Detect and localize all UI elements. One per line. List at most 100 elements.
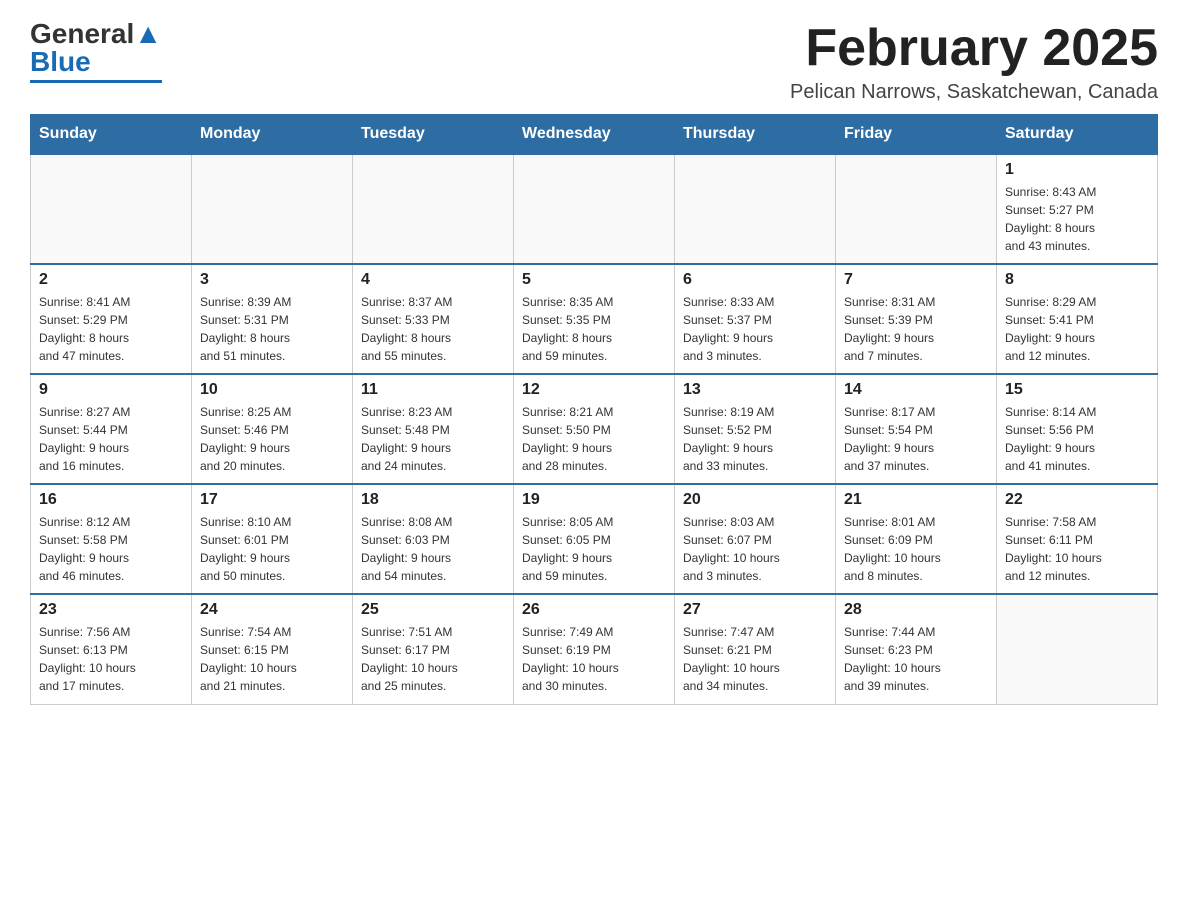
day-number: 9 xyxy=(39,381,183,399)
day-info: Sunrise: 7:58 AMSunset: 6:11 PMDaylight:… xyxy=(1005,513,1149,585)
calendar-cell: 11 Sunrise: 8:23 AMSunset: 5:48 PMDayligh… xyxy=(353,374,514,484)
day-number: 22 xyxy=(1005,491,1149,509)
day-info: Sunrise: 8:35 AMSunset: 5:35 PMDaylight:… xyxy=(522,293,666,365)
day-info: Sunrise: 7:44 AMSunset: 6:23 PMDaylight:… xyxy=(844,623,988,695)
weekday-header-saturday: Saturday xyxy=(997,115,1158,155)
day-number: 12 xyxy=(522,381,666,399)
day-info: Sunrise: 8:43 AMSunset: 5:27 PMDaylight:… xyxy=(1005,183,1149,255)
calendar-cell: 22 Sunrise: 7:58 AMSunset: 6:11 PMDayligh… xyxy=(997,484,1158,594)
day-number: 15 xyxy=(1005,381,1149,399)
weekday-header-wednesday: Wednesday xyxy=(514,115,675,155)
day-number: 10 xyxy=(200,381,344,399)
day-info: Sunrise: 7:49 AMSunset: 6:19 PMDaylight:… xyxy=(522,623,666,695)
day-info: Sunrise: 8:12 AMSunset: 5:58 PMDaylight:… xyxy=(39,513,183,585)
day-number: 20 xyxy=(683,491,827,509)
day-info: Sunrise: 8:19 AMSunset: 5:52 PMDaylight:… xyxy=(683,403,827,475)
day-info: Sunrise: 8:21 AMSunset: 5:50 PMDaylight:… xyxy=(522,403,666,475)
calendar-cell: 4Sunrise: 8:37 AMSunset: 5:33 PMDaylight… xyxy=(353,264,514,374)
weekday-header-row: SundayMondayTuesdayWednesdayThursdayFrid… xyxy=(31,115,1158,155)
day-number: 1 xyxy=(1005,161,1149,179)
calendar-cell: 1 Sunrise: 8:43 AMSunset: 5:27 PMDaylight… xyxy=(997,154,1158,264)
day-number: 23 xyxy=(39,601,183,619)
day-number: 13 xyxy=(683,381,827,399)
weekday-header-friday: Friday xyxy=(836,115,997,155)
logo-blue-text: Blue xyxy=(30,46,91,77)
weekday-header-sunday: Sunday xyxy=(31,115,192,155)
day-number: 7 xyxy=(844,271,988,289)
day-number: 21 xyxy=(844,491,988,509)
day-number: 27 xyxy=(683,601,827,619)
calendar-cell: 15 Sunrise: 8:14 AMSunset: 5:56 PMDayligh… xyxy=(997,374,1158,484)
calendar-cell: 25 Sunrise: 7:51 AMSunset: 6:17 PMDayligh… xyxy=(353,594,514,704)
calendar-cell xyxy=(675,154,836,264)
title-section: February 2025 Pelican Narrows, Saskatche… xyxy=(790,20,1158,104)
day-number: 4 xyxy=(361,271,505,289)
calendar-cell: 21 Sunrise: 8:01 AMSunset: 6:09 PMDayligh… xyxy=(836,484,997,594)
day-number: 25 xyxy=(361,601,505,619)
logo-underline xyxy=(30,80,162,83)
week-row-1: 1 Sunrise: 8:43 AMSunset: 5:27 PMDaylight… xyxy=(31,154,1158,264)
calendar-cell: 13 Sunrise: 8:19 AMSunset: 5:52 PMDayligh… xyxy=(675,374,836,484)
day-info: Sunrise: 7:47 AMSunset: 6:21 PMDaylight:… xyxy=(683,623,827,695)
calendar-cell xyxy=(836,154,997,264)
calendar-cell: 19 Sunrise: 8:05 AMSunset: 6:05 PMDayligh… xyxy=(514,484,675,594)
day-info: Sunrise: 8:17 AMSunset: 5:54 PMDaylight:… xyxy=(844,403,988,475)
day-info: Sunrise: 8:31 AMSunset: 5:39 PMDaylight:… xyxy=(844,293,988,365)
calendar-cell xyxy=(31,154,192,264)
day-info: Sunrise: 8:10 AMSunset: 6:01 PMDaylight:… xyxy=(200,513,344,585)
day-info: Sunrise: 7:56 AMSunset: 6:13 PMDaylight:… xyxy=(39,623,183,695)
day-info: Sunrise: 8:25 AMSunset: 5:46 PMDaylight:… xyxy=(200,403,344,475)
day-info: Sunrise: 8:29 AMSunset: 5:41 PMDaylight:… xyxy=(1005,293,1149,365)
calendar-cell: 10 Sunrise: 8:25 AMSunset: 5:46 PMDayligh… xyxy=(192,374,353,484)
calendar-cell: 20Sunrise: 8:03 AMSunset: 6:07 PMDayligh… xyxy=(675,484,836,594)
weekday-header-thursday: Thursday xyxy=(675,115,836,155)
calendar-cell xyxy=(353,154,514,264)
calendar-cell: 27 Sunrise: 7:47 AMSunset: 6:21 PMDayligh… xyxy=(675,594,836,704)
day-info: Sunrise: 8:05 AMSunset: 6:05 PMDaylight:… xyxy=(522,513,666,585)
day-number: 16 xyxy=(39,491,183,509)
day-info: Sunrise: 8:41 AMSunset: 5:29 PMDaylight:… xyxy=(39,293,183,365)
day-number: 17 xyxy=(200,491,344,509)
calendar-cell: 7 Sunrise: 8:31 AMSunset: 5:39 PMDaylight… xyxy=(836,264,997,374)
calendar-cell: 9Sunrise: 8:27 AMSunset: 5:44 PMDaylight… xyxy=(31,374,192,484)
calendar-cell xyxy=(514,154,675,264)
calendar-cell: 2Sunrise: 8:41 AMSunset: 5:29 PMDaylight… xyxy=(31,264,192,374)
day-info: Sunrise: 8:39 AMSunset: 5:31 PMDaylight:… xyxy=(200,293,344,365)
calendar-cell xyxy=(192,154,353,264)
day-info: Sunrise: 8:01 AMSunset: 6:09 PMDaylight:… xyxy=(844,513,988,585)
day-number: 8 xyxy=(1005,271,1149,289)
month-title: February 2025 xyxy=(790,20,1158,77)
day-info: Sunrise: 7:54 AMSunset: 6:15 PMDaylight:… xyxy=(200,623,344,695)
logo-triangle-icon: ▲ xyxy=(134,18,162,49)
calendar-cell: 16 Sunrise: 8:12 AMSunset: 5:58 PMDayligh… xyxy=(31,484,192,594)
week-row-3: 9Sunrise: 8:27 AMSunset: 5:44 PMDaylight… xyxy=(31,374,1158,484)
week-row-4: 16 Sunrise: 8:12 AMSunset: 5:58 PMDayligh… xyxy=(31,484,1158,594)
day-number: 11 xyxy=(361,381,505,399)
week-row-2: 2Sunrise: 8:41 AMSunset: 5:29 PMDaylight… xyxy=(31,264,1158,374)
calendar-cell: 18Sunrise: 8:08 AMSunset: 6:03 PMDayligh… xyxy=(353,484,514,594)
calendar-cell: 26 Sunrise: 7:49 AMSunset: 6:19 PMDayligh… xyxy=(514,594,675,704)
day-info: Sunrise: 7:51 AMSunset: 6:17 PMDaylight:… xyxy=(361,623,505,695)
calendar-cell: 24 Sunrise: 7:54 AMSunset: 6:15 PMDayligh… xyxy=(192,594,353,704)
day-number: 28 xyxy=(844,601,988,619)
day-number: 14 xyxy=(844,381,988,399)
calendar-cell xyxy=(997,594,1158,704)
calendar-cell: 8 Sunrise: 8:29 AMSunset: 5:41 PMDaylight… xyxy=(997,264,1158,374)
calendar-cell: 28 Sunrise: 7:44 AMSunset: 6:23 PMDayligh… xyxy=(836,594,997,704)
weekday-header-tuesday: Tuesday xyxy=(353,115,514,155)
week-row-5: 23 Sunrise: 7:56 AMSunset: 6:13 PMDayligh… xyxy=(31,594,1158,704)
day-number: 26 xyxy=(522,601,666,619)
day-info: Sunrise: 8:23 AMSunset: 5:48 PMDaylight:… xyxy=(361,403,505,475)
day-number: 3 xyxy=(200,271,344,289)
calendar-cell: 3 Sunrise: 8:39 AMSunset: 5:31 PMDaylight… xyxy=(192,264,353,374)
day-number: 24 xyxy=(200,601,344,619)
day-info: Sunrise: 8:14 AMSunset: 5:56 PMDaylight:… xyxy=(1005,403,1149,475)
calendar-cell: 12 Sunrise: 8:21 AMSunset: 5:50 PMDayligh… xyxy=(514,374,675,484)
calendar-cell: 5 Sunrise: 8:35 AMSunset: 5:35 PMDaylight… xyxy=(514,264,675,374)
calendar-cell: 23 Sunrise: 7:56 AMSunset: 6:13 PMDayligh… xyxy=(31,594,192,704)
day-number: 19 xyxy=(522,491,666,509)
day-number: 6 xyxy=(683,271,827,289)
day-number: 5 xyxy=(522,271,666,289)
calendar-table: SundayMondayTuesdayWednesdayThursdayFrid… xyxy=(30,114,1158,705)
day-info: Sunrise: 8:33 AMSunset: 5:37 PMDaylight:… xyxy=(683,293,827,365)
